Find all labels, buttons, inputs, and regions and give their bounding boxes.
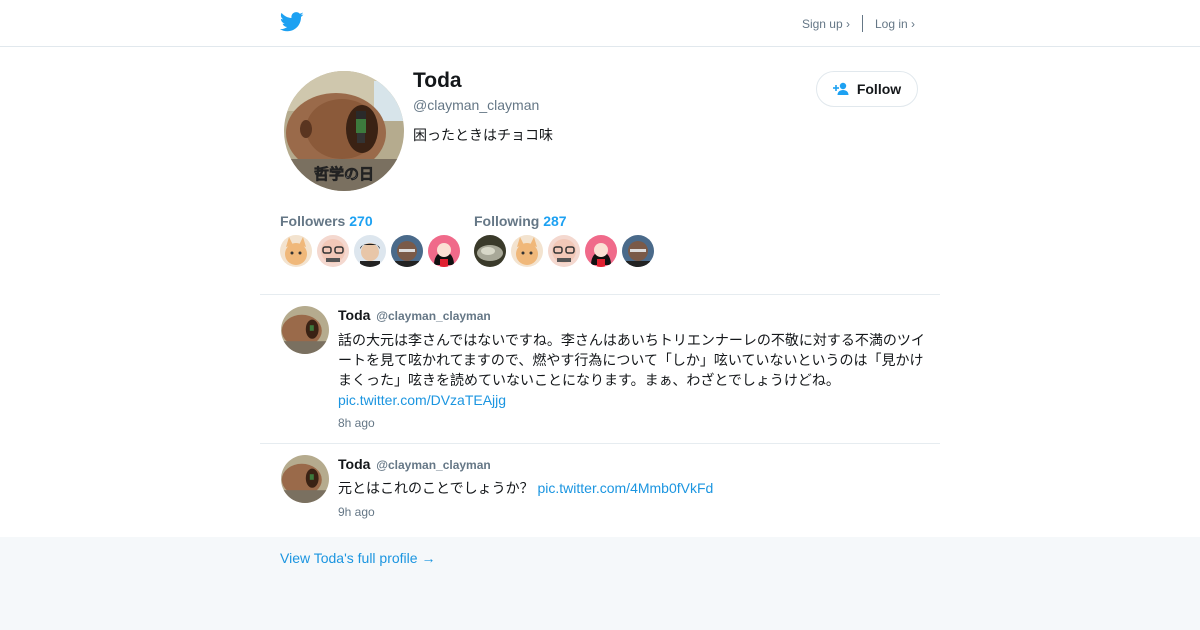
cat-icon	[511, 235, 543, 267]
portrait-man-icon	[391, 235, 423, 267]
profile-avatar[interactable]: 哲学の日	[284, 71, 404, 191]
followers-avatars	[280, 235, 460, 267]
following-avatar[interactable]	[622, 235, 654, 267]
twitter-bird-icon[interactable]	[280, 11, 304, 33]
follower-avatar[interactable]	[354, 235, 386, 267]
follower-avatar[interactable]	[317, 235, 349, 267]
profile-handle[interactable]: @clayman_clayman	[413, 97, 539, 113]
clay-pipe-avatar-icon	[281, 455, 329, 503]
follow-label: Follow	[856, 81, 902, 97]
tweet-timestamp[interactable]: 9h ago	[338, 505, 375, 519]
following-label: Following	[474, 213, 540, 229]
glasses-man-icon	[317, 235, 349, 267]
tweet-text: 話の大元は李さんではないですね。李さんはあいちトリエンナーレの不敬に対する不満の…	[338, 330, 930, 410]
glasses-man-icon	[548, 235, 580, 267]
follower-avatar[interactable]	[428, 235, 460, 267]
profile-name[interactable]: Toda	[413, 69, 462, 93]
tweet-author-handle[interactable]: @clayman_clayman	[376, 458, 490, 472]
tweet-divider	[260, 443, 940, 444]
tweet-pic-link[interactable]: pic.twitter.com/4Mmb0fVkFd	[537, 480, 713, 496]
profile-card: 哲学の日 Toda @clayman_clayman 困ったときはチョコ味 Fo…	[0, 47, 1200, 537]
view-full-profile-link[interactable]: View Toda's full profile →	[280, 550, 435, 566]
section-divider	[260, 294, 940, 295]
followers-count: 270	[349, 213, 373, 229]
cat-icon	[280, 235, 312, 267]
tweet-body: 元とはこれのことでしょうか？	[338, 480, 534, 496]
add-user-icon	[832, 82, 849, 95]
following-avatar[interactable]	[474, 235, 506, 267]
profile-bio: 困ったときはチョコ味	[413, 127, 553, 143]
tweet-avatar[interactable]	[281, 306, 329, 354]
anime-girl-icon	[428, 235, 460, 267]
tweet-pic-link[interactable]: pic.twitter.com/DVzaTEAjjg	[338, 392, 506, 408]
tweet-author-name[interactable]: Toda	[338, 307, 370, 323]
follower-avatar[interactable]	[280, 235, 312, 267]
avatar-caption: 哲学の日	[314, 165, 374, 183]
follower-avatar[interactable]	[391, 235, 423, 267]
nav-divider	[861, 15, 863, 32]
tweet-text: 元とはこれのことでしょうか？ pic.twitter.com/4Mmb0fVkF…	[338, 478, 930, 498]
tweet-header: Toda @clayman_clayman	[338, 307, 491, 323]
top-nav: Sign up › Log in ›	[802, 15, 915, 32]
signup-link[interactable]: Sign up ›	[802, 17, 850, 31]
following-avatar[interactable]	[548, 235, 580, 267]
following-avatar[interactable]	[511, 235, 543, 267]
anime-girl-icon	[585, 235, 617, 267]
followers-label: Followers	[280, 213, 346, 229]
tweet-avatar[interactable]	[281, 455, 329, 503]
tweet-author-name[interactable]: Toda	[338, 456, 370, 472]
tweet-timestamp[interactable]: 8h ago	[338, 416, 375, 430]
following-stat[interactable]: Following 287	[474, 213, 567, 229]
following-count: 287	[543, 213, 567, 229]
followers-stat[interactable]: Followers 270	[280, 213, 373, 229]
tweet-header: Toda @clayman_clayman	[338, 456, 491, 472]
dark-hair-man-icon	[354, 235, 386, 267]
top-bar: Sign up › Log in ›	[0, 0, 1200, 47]
landscape-icon	[474, 235, 506, 267]
tweet-author-handle[interactable]: @clayman_clayman	[376, 309, 490, 323]
clay-pipe-avatar-icon	[281, 306, 329, 354]
portrait-man-icon	[622, 235, 654, 267]
login-link[interactable]: Log in ›	[875, 17, 915, 31]
clay-pipe-avatar-icon: 哲学の日	[284, 71, 404, 191]
following-avatars	[474, 235, 654, 267]
following-avatar[interactable]	[585, 235, 617, 267]
tweet-body: 話の大元は李さんではないですね。李さんはあいちトリエンナーレの不敬に対する不満の…	[338, 332, 925, 388]
follow-button[interactable]: Follow	[816, 71, 918, 107]
